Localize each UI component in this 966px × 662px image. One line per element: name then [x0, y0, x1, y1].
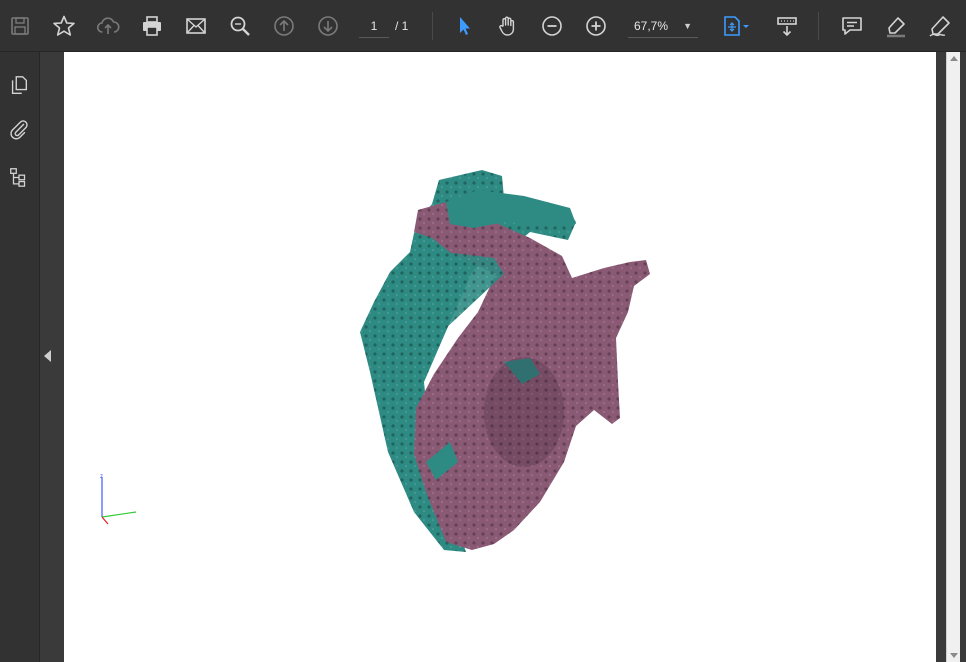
save-icon[interactable] — [6, 12, 34, 40]
print-icon[interactable] — [138, 12, 166, 40]
bookmark-star-icon[interactable] — [50, 12, 78, 40]
zoom-out-icon[interactable] — [538, 12, 566, 40]
page-up-icon[interactable] — [270, 12, 298, 40]
email-icon[interactable] — [182, 12, 210, 40]
zoom-in-icon[interactable] — [582, 12, 610, 40]
axis-label-z: z — [100, 474, 103, 480]
window-edge — [960, 52, 966, 662]
upload-cloud-icon[interactable] — [94, 12, 122, 40]
highlight-icon[interactable] — [882, 12, 910, 40]
page-thumbnails-icon[interactable] — [6, 72, 32, 98]
page-total: / 1 — [395, 19, 409, 33]
sign-icon[interactable] — [926, 12, 954, 40]
zoom-level-select[interactable]: 67,7% ▼ — [628, 15, 698, 38]
scroll-down-arrow[interactable] — [950, 653, 958, 658]
vertical-scrollbar[interactable] — [946, 52, 960, 662]
fit-page-icon[interactable] — [718, 12, 754, 40]
find-icon[interactable] — [226, 12, 254, 40]
comment-icon[interactable] — [838, 12, 866, 40]
toolbar-separator — [818, 12, 819, 40]
3d-heart-model[interactable] — [354, 162, 664, 552]
page-down-icon[interactable] — [314, 12, 342, 40]
toolbar-separator — [432, 12, 433, 40]
attachments-icon[interactable] — [6, 116, 32, 142]
page-number-input[interactable]: 1 — [359, 15, 389, 38]
navigation-pane — [0, 52, 40, 662]
scroll-up-arrow[interactable] — [950, 56, 958, 61]
layers-icon[interactable] — [6, 164, 32, 190]
main-toolbar: 1 / 1 67,7% ▼ — [0, 0, 966, 52]
chevron-down-icon: ▼ — [683, 21, 692, 31]
collapse-pane-arrow[interactable] — [44, 350, 51, 362]
3d-axes-triad: z — [100, 474, 137, 525]
zoom-level-value: 67,7% — [634, 19, 669, 33]
scroll-mode-icon[interactable] — [773, 12, 801, 40]
hand-tool-icon[interactable] — [494, 12, 522, 40]
document-page: z — [64, 52, 936, 662]
select-cursor-icon[interactable] — [450, 12, 478, 40]
